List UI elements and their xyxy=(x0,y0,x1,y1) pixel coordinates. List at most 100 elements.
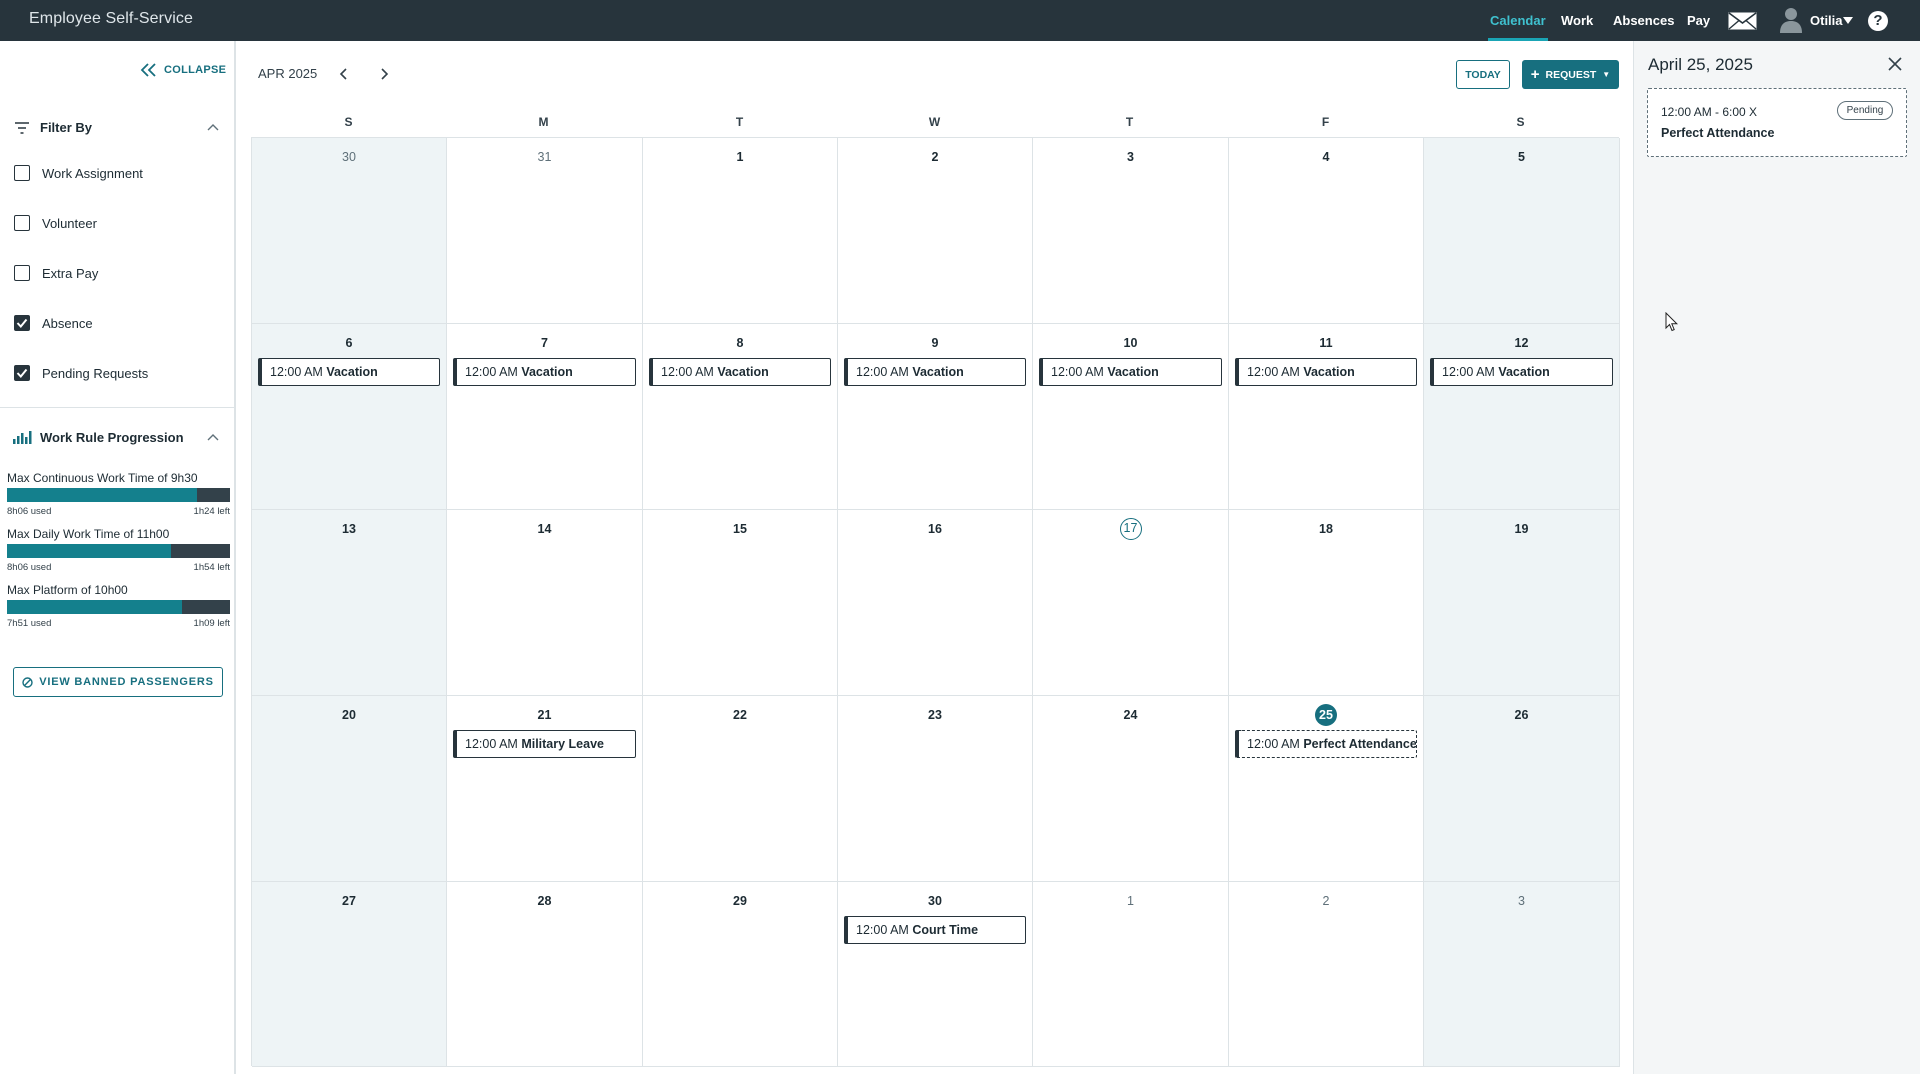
day-number: 29 xyxy=(643,890,837,912)
calendar-day-cell[interactable]: 10 12:00 AM Vacation xyxy=(1033,324,1229,510)
view-banned-passengers-button[interactable]: VIEW BANNED PASSENGERS xyxy=(13,667,223,697)
calendar-day-cell[interactable]: 2 xyxy=(1229,882,1424,1067)
checkbox-checked[interactable] xyxy=(14,315,30,331)
calendar-day-cell[interactable]: 3 xyxy=(1033,138,1229,324)
calendar-day-cell[interactable]: 1 xyxy=(1033,882,1229,1067)
checkbox[interactable] xyxy=(14,265,30,281)
chevron-up-icon[interactable] xyxy=(207,433,219,441)
event-name: Court Time xyxy=(912,923,979,937)
calendar-day-cell[interactable]: 1 xyxy=(643,138,838,324)
filter-volunteer[interactable]: Volunteer xyxy=(14,213,97,233)
nav-calendar[interactable]: Calendar xyxy=(1488,0,1548,41)
calendar-event[interactable]: 12:00 AM Vacation xyxy=(1235,358,1417,386)
calendar-day-cell[interactable]: 7 12:00 AM Vacation xyxy=(447,324,643,510)
calendar-day-cell[interactable]: 15 xyxy=(643,510,838,696)
calendar-day-cell[interactable]: 6 12:00 AM Vacation xyxy=(252,324,447,510)
user-name[interactable]: Otilia xyxy=(1810,0,1843,41)
request-button[interactable]: + REQUEST ▼ xyxy=(1522,60,1619,89)
calendar-event[interactable]: 12:00 AM Vacation xyxy=(258,358,440,386)
calendar-day-cell[interactable]: 4 xyxy=(1229,138,1424,324)
calendar-day-cell[interactable]: 11 12:00 AM Vacation xyxy=(1229,324,1424,510)
calendar-day-cell[interactable]: 29 xyxy=(643,882,838,1067)
chevron-up-icon[interactable] xyxy=(207,123,219,131)
calendar-day-cell[interactable]: 13 xyxy=(252,510,447,696)
calendar-day-cell[interactable]: 20 xyxy=(252,696,447,882)
calendar-day-cell[interactable]: 18 xyxy=(1229,510,1424,696)
calendar-event[interactable]: 12:00 AM Vacation xyxy=(453,358,636,386)
checkbox-checked[interactable] xyxy=(14,365,30,381)
today-button[interactable]: TODAY xyxy=(1456,60,1510,89)
day-number: 17 xyxy=(1033,518,1228,540)
help-icon[interactable]: ? xyxy=(1868,11,1888,31)
mail-icon[interactable] xyxy=(1728,12,1757,30)
calendar-event[interactable]: 12:00 AM Vacation xyxy=(1430,358,1613,386)
detail-event-card[interactable]: 12:00 AM - 6:00 X Pending Perfect Attend… xyxy=(1647,88,1907,157)
calendar-event[interactable]: 12:00 AM Vacation xyxy=(1039,358,1222,386)
nav-absences[interactable]: Absences xyxy=(1613,0,1674,41)
filter-absence[interactable]: Absence xyxy=(14,313,93,333)
calendar-event[interactable]: 12:00 AM Vacation xyxy=(649,358,831,386)
calendar-day-cell[interactable]: 31 xyxy=(447,138,643,324)
calendar-day-cell[interactable]: 17 xyxy=(1033,510,1229,696)
calendar-day-cell[interactable]: 27 xyxy=(252,882,447,1067)
calendar-day-cell[interactable]: 16 xyxy=(838,510,1033,696)
day-number: 11 xyxy=(1229,332,1423,354)
checkbox[interactable] xyxy=(14,165,30,181)
calendar-day-cell[interactable]: 23 xyxy=(838,696,1033,882)
day-number-label: 2 xyxy=(931,150,939,164)
calendar-day-cell[interactable]: 3 xyxy=(1424,882,1620,1067)
calendar-day-cell[interactable]: 30 12:00 AM Court Time xyxy=(838,882,1033,1067)
calendar-day-cell[interactable]: 26 xyxy=(1424,696,1620,882)
day-number: 30 xyxy=(838,890,1032,912)
calendar-day-cell[interactable]: 8 12:00 AM Vacation xyxy=(643,324,838,510)
day-number-label: 1 xyxy=(1127,894,1134,908)
event-name: Vacation xyxy=(1498,365,1550,379)
day-number: 4 xyxy=(1229,146,1423,168)
filter-header[interactable]: Filter By xyxy=(0,115,234,141)
calendar-day-cell[interactable]: 2 xyxy=(838,138,1033,324)
filter-pending-requests[interactable]: Pending Requests xyxy=(14,363,148,383)
close-icon[interactable] xyxy=(1888,57,1902,71)
ban-icon xyxy=(22,676,33,688)
calendar-event[interactable]: 12:00 AM Court Time xyxy=(844,916,1026,944)
calendar-day-cell[interactable]: 14 xyxy=(447,510,643,696)
calendar-day-cell[interactable]: 5 xyxy=(1424,138,1620,324)
chevron-right-icon[interactable] xyxy=(377,67,391,81)
rule-title: Max Platform of 10h00 xyxy=(7,583,128,597)
calendar-day-cell[interactable]: 22 xyxy=(643,696,838,882)
caret-down-icon[interactable] xyxy=(1843,17,1853,24)
calendar-day-cell[interactable]: 28 xyxy=(447,882,643,1067)
weekday-header: S xyxy=(344,115,353,129)
filter-work-assignment[interactable]: Work Assignment xyxy=(14,163,143,183)
day-number: 1 xyxy=(1033,890,1228,912)
rule-daily-work: Max Daily Work Time of 11h00 8h06 used 1h… xyxy=(7,527,230,573)
used-text: 7h51 used xyxy=(7,618,52,629)
user-avatar-icon[interactable] xyxy=(1780,7,1802,33)
day-number: 3 xyxy=(1424,890,1619,912)
calendar-day-cell[interactable]: 24 xyxy=(1033,696,1229,882)
day-number: 31 xyxy=(447,146,642,168)
chevron-left-icon[interactable] xyxy=(337,67,351,81)
day-number: 5 xyxy=(1424,146,1619,168)
calendar-event[interactable]: 12:00 AM Perfect Attendance xyxy=(1235,730,1417,758)
calendar-day-cell[interactable]: 9 12:00 AM Vacation xyxy=(838,324,1033,510)
collapse-button[interactable]: COLLAPSE xyxy=(140,61,226,79)
nav-pay[interactable]: Pay xyxy=(1687,0,1710,41)
work-rule-header[interactable]: Work Rule Progression xyxy=(0,425,234,451)
checkbox[interactable] xyxy=(14,215,30,231)
nav-work[interactable]: Work xyxy=(1561,0,1593,41)
calendar-event[interactable]: 12:00 AM Vacation xyxy=(844,358,1026,386)
calendar-day-cell[interactable]: 21 12:00 AM Military Leave xyxy=(447,696,643,882)
calendar-day-cell[interactable]: 19 xyxy=(1424,510,1620,696)
used-text: 8h06 used xyxy=(7,506,52,517)
calendar-day-cell[interactable]: 25 12:00 AM Perfect Attendance xyxy=(1229,696,1424,882)
day-number: 22 xyxy=(643,704,837,726)
day-number: 23 xyxy=(838,704,1032,726)
filter-extra-pay[interactable]: Extra Pay xyxy=(14,263,98,283)
day-number: 19 xyxy=(1424,518,1619,540)
calendar-day-cell[interactable]: 30 xyxy=(252,138,447,324)
filter-label: Volunteer xyxy=(42,215,97,231)
calendar-event[interactable]: 12:00 AM Military Leave xyxy=(453,730,636,758)
day-number: 10 xyxy=(1033,332,1228,354)
calendar-day-cell[interactable]: 12 12:00 AM Vacation xyxy=(1424,324,1620,510)
